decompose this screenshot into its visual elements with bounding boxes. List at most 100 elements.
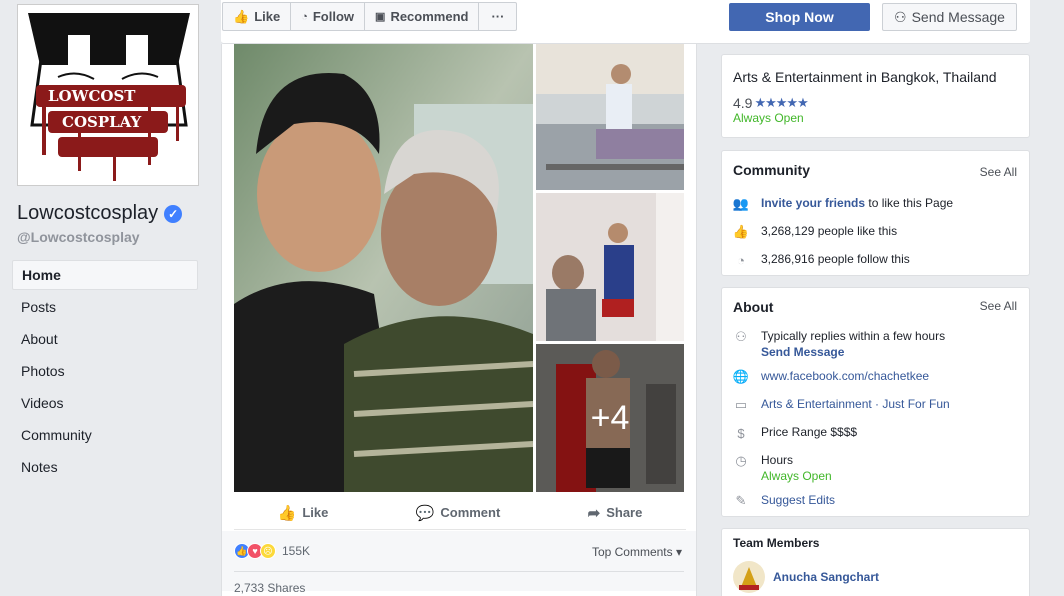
reaction-summary[interactable]: 👍 ♥ ☹ 155K (234, 543, 310, 559)
team-member-name[interactable]: Anucha Sangchart (773, 570, 879, 584)
shares-count[interactable]: 2,733 Shares (234, 581, 305, 595)
rss-icon: ◔ (301, 10, 308, 23)
hours-row: ◷ Hours Always Open (733, 453, 832, 483)
community-card: Community See All 👥 Invite your friends … (721, 150, 1030, 276)
more-options-button[interactable]: ··· (479, 3, 516, 30)
top-comments-dropdown[interactable]: Top Comments ▾ (592, 545, 682, 559)
recommend-label: Recommend (390, 9, 469, 24)
community-title: Community (733, 162, 810, 178)
sad-reaction-icon: ☹ (260, 543, 276, 559)
invite-friends-row: 👥 Invite your friends to like this Page (733, 196, 953, 212)
comment-icon: 💬 (415, 504, 435, 522)
shop-now-button[interactable]: Shop Now (729, 3, 870, 31)
reactions-divider (234, 571, 684, 572)
invite-friends-link[interactable]: Invite your friends (761, 196, 865, 210)
hours-value: Always Open (761, 469, 832, 483)
website-row: 🌐 www.facebook.com/chachetkee (733, 369, 929, 385)
rating-value: 4.9 (733, 95, 753, 111)
response-time-row: ⚇ Typically replies within a few hours S… (733, 329, 945, 359)
post-photo-thumb-1[interactable] (536, 44, 684, 190)
thumbs-up-outline-icon: 👍 (277, 504, 297, 522)
nav-item-community[interactable]: Community (12, 420, 198, 452)
about-see-all-link[interactable]: See All (980, 299, 1017, 313)
page-info-card: Arts & Entertainment in Bangkok, Thailan… (721, 54, 1030, 138)
page-rating[interactable]: 4.9 ★★★★★ (733, 95, 809, 111)
rss-icon: ◔ (737, 252, 745, 268)
left-column: LOWCOST COSPLAY Lowcostcosplay ✓ @Lowcos… (0, 0, 210, 596)
page-action-bar: 👍 Like ◔ Follow ▣ Recommend ··· Shop Now… (221, 0, 1030, 44)
post-like-button[interactable]: 👍 Like (278, 504, 329, 522)
suggest-edits-link[interactable]: Suggest Edits (761, 493, 835, 507)
page-avatar[interactable]: LOWCOST COSPLAY (17, 4, 199, 186)
svg-text:LOWCOST: LOWCOST (48, 87, 136, 105)
post-comment-button[interactable]: 💬 Comment (416, 504, 501, 522)
website-link[interactable]: www.facebook.com/chachetkee (761, 369, 929, 383)
nav-item-about[interactable]: About (12, 324, 198, 356)
speech-bubble-icon: ▣ (375, 11, 386, 23)
more-photos-overlay[interactable]: +4 (536, 344, 684, 492)
follows-row: ◔ 3,286,916 people follow this (733, 252, 910, 268)
dollar-circle-icon: $ (737, 425, 745, 441)
category-row: ▭ Arts & Entertainment · Just For Fun (733, 397, 950, 413)
post-reactions-bar: 👍 ♥ ☹ 155K Top Comments ▾ 2,733 Shares (222, 531, 696, 595)
invite-friends-text: to like this Page (865, 196, 954, 210)
team-member-row[interactable]: Anucha Sangchart (733, 561, 879, 593)
rating-stars-icon: ★★★★★ (754, 95, 808, 110)
page-name-text[interactable]: Lowcostcosplay (17, 202, 158, 225)
page-handle[interactable]: @Lowcostcosplay (17, 229, 140, 245)
messenger-icon: ⚇ (735, 329, 747, 344)
price-row: $ Price Range $$$$ (733, 425, 857, 441)
about-title: About (733, 299, 774, 315)
clock-icon: ◷ (735, 453, 747, 468)
page-name[interactable]: Lowcostcosplay ✓ (17, 202, 183, 225)
about-card: About See All ⚇ Typically replies within… (721, 287, 1030, 517)
post-share-button[interactable]: ➦ Share (588, 504, 643, 522)
post-photo-thumb-3[interactable]: +4 (536, 344, 684, 492)
like-page-label: Like (254, 9, 281, 24)
nav-item-posts[interactable]: Posts (12, 292, 198, 324)
suggest-edits-row: ✎ Suggest Edits (733, 493, 836, 509)
open-status: Always Open (733, 111, 804, 125)
post-share-label: Share (606, 505, 643, 520)
about-send-message-link[interactable]: Send Message (761, 345, 945, 359)
category-link[interactable]: Arts & Entertainment · Just For Fun (761, 397, 950, 411)
thumbs-up-icon: 👍 (233, 8, 250, 24)
pencil-icon: ✎ (735, 493, 747, 508)
hours-label: Hours (761, 453, 794, 467)
likes-row: 👍 3,268,129 people like this (733, 224, 897, 240)
selfie-photo (234, 44, 533, 492)
response-time-text: Typically replies within a few hours (761, 329, 946, 343)
page-category: Arts & Entertainment in Bangkok, Thailan… (733, 69, 997, 85)
verified-badge-icon: ✓ (164, 204, 183, 223)
post-photo-main[interactable] (234, 44, 533, 492)
team-members-title: Team Members (733, 536, 820, 550)
nav-item-videos[interactable]: Videos (12, 388, 198, 420)
send-message-label: Send Message (911, 9, 1005, 25)
team-member-avatar (733, 561, 765, 593)
svg-text:COSPLAY: COSPLAY (62, 113, 142, 131)
post-like-label: Like (302, 505, 329, 520)
like-page-button[interactable]: 👍 Like (223, 3, 292, 30)
nav-item-notes[interactable]: Notes (12, 452, 198, 484)
community-see-all-link[interactable]: See All (980, 165, 1017, 179)
globe-icon: 🌐 (732, 369, 750, 384)
lowcost-cosplay-logo: LOWCOST COSPLAY (18, 5, 198, 185)
share-arrow-icon: ➦ (587, 504, 601, 522)
folder-icon: ▭ (734, 397, 748, 412)
follow-label: Follow (312, 9, 355, 24)
thumbs-up-icon: 👍 (732, 224, 750, 239)
post-photo-thumb-2[interactable] (536, 193, 684, 341)
nav-item-home[interactable]: Home (12, 260, 198, 290)
team-members-card: Team Members Anucha Sangchart (721, 528, 1030, 596)
send-message-button[interactable]: ⚇ Send Message (882, 3, 1017, 31)
follows-count[interactable]: 3,286,916 people follow this (761, 252, 910, 266)
invite-friends-icon: 👥 (732, 196, 750, 211)
page-action-buttons: 👍 Like ◔ Follow ▣ Recommend ··· (222, 2, 518, 31)
recommend-button[interactable]: ▣ Recommend (365, 3, 480, 30)
post-card: +4 👍 Like 💬 Comment ➦ Share 👍 ♥ ☹ 155K T… (221, 44, 697, 596)
reaction-count[interactable]: 155K (282, 544, 310, 558)
post-comment-label: Comment (440, 505, 501, 520)
follow-button[interactable]: ◔ Follow (291, 3, 366, 30)
likes-count[interactable]: 3,268,129 people like this (761, 224, 897, 238)
nav-item-photos[interactable]: Photos (12, 356, 198, 388)
